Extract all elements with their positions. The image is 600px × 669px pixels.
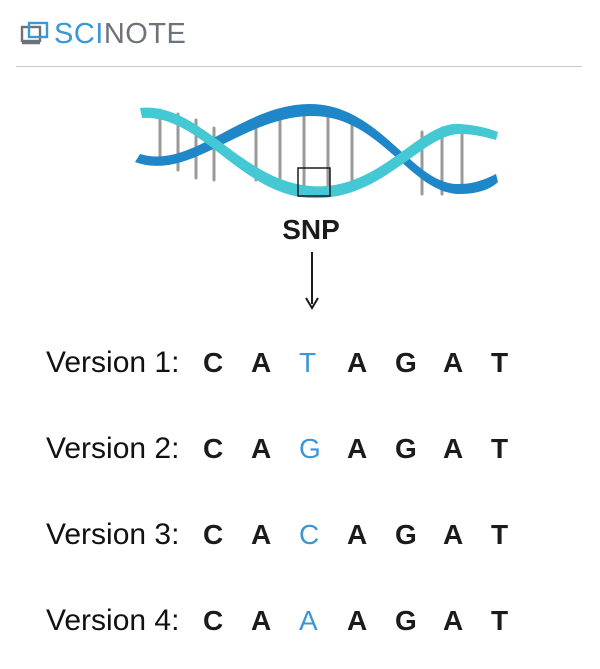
- snp-base: T: [299, 347, 317, 378]
- sequence-base: A: [443, 519, 464, 550]
- snp-label: SNP: [282, 214, 340, 245]
- version-label: Version 2:: [46, 432, 180, 465]
- sequence-base: A: [251, 347, 272, 378]
- down-arrow-icon: [305, 252, 319, 310]
- sequence-base: G: [395, 347, 417, 378]
- sequence-base: A: [347, 519, 368, 550]
- snp-base: C: [299, 519, 320, 550]
- sequence-base: A: [251, 433, 272, 464]
- sequence-base: A: [443, 433, 464, 464]
- sequence-base: A: [251, 605, 272, 636]
- snp-base: G: [299, 433, 321, 464]
- brand-part-sci: SCI: [54, 17, 104, 50]
- sequence-base: G: [395, 519, 417, 550]
- sequence-base: T: [491, 605, 509, 636]
- version-label: Version 1:: [46, 346, 180, 379]
- sequence-base: C: [203, 433, 224, 464]
- sequence-base: G: [395, 433, 417, 464]
- version-row: Version 1: C A T A G A T: [46, 320, 539, 406]
- sequence-base: A: [251, 519, 272, 550]
- brand-logotype: SCINOTE: [54, 17, 187, 50]
- sequence-base: T: [491, 433, 509, 464]
- version-label: Version 3:: [46, 518, 180, 551]
- version-label: Version 4:: [46, 604, 180, 637]
- sequence-base: T: [491, 347, 509, 378]
- sequence-base: C: [203, 605, 224, 636]
- scinote-logo-icon: [20, 21, 49, 45]
- header-divider: [16, 66, 582, 67]
- sequence-base: A: [443, 605, 464, 636]
- dna-helix-illustration: [135, 104, 498, 199]
- sequence-base: G: [395, 605, 417, 636]
- app-header: SCINOTE: [20, 14, 186, 54]
- brand-part-note: NOTE: [103, 17, 187, 50]
- helix-strand-dark: [135, 104, 498, 194]
- sequence-base: A: [347, 433, 368, 464]
- version-rows: Version 1: C A T A G A T Version 2: C A G A G A T Versio…: [46, 320, 539, 664]
- sequence-base: A: [443, 347, 464, 378]
- version-row: Version 2: C A G A G A T: [46, 406, 539, 492]
- version-row: Version 4: C A A A G A T: [46, 578, 539, 664]
- version-row: Version 3: C A C A G A T: [46, 492, 539, 578]
- sequence-base: T: [491, 519, 509, 550]
- snp-base: A: [299, 605, 318, 636]
- sequence-base: C: [203, 519, 224, 550]
- sequence-base: A: [347, 347, 368, 378]
- sequence-base: A: [347, 605, 368, 636]
- sequence-base: C: [203, 347, 224, 378]
